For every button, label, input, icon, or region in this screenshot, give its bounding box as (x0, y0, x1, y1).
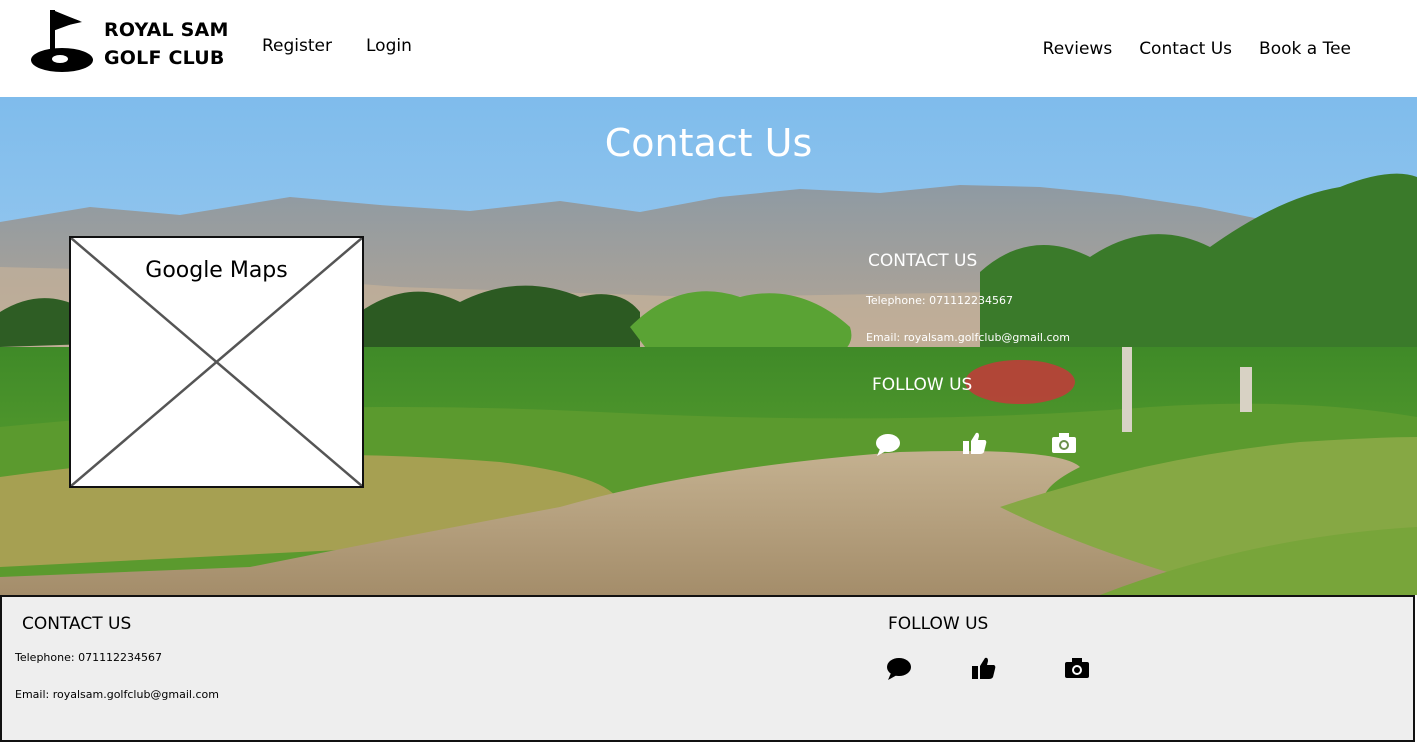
footer-contact-heading: CONTACT US (22, 614, 132, 634)
thumbs-up-icon[interactable] (962, 431, 988, 455)
footer-email[interactable]: Email: royalsam.golfclub@gmail.com (15, 688, 219, 701)
google-maps-placeholder[interactable]: Google Maps (69, 236, 364, 488)
map-label: Google Maps (145, 258, 288, 283)
chat-icon[interactable] (886, 657, 912, 681)
hero-email[interactable]: Email: royalsam.golfclub@gmail.com (866, 331, 1070, 344)
reviews-link[interactable]: Reviews (1043, 39, 1113, 59)
site-footer: CONTACT US Telephone: 071112234567 Email… (0, 595, 1415, 742)
hero-telephone: Telephone: 071112234567 (866, 294, 1014, 307)
hero-section: Contact Us Google Maps CONTACT US Teleph… (0, 97, 1417, 595)
footer-telephone: Telephone: 071112234567 (15, 651, 163, 664)
brand-line-2: GOLF CLUB (104, 47, 225, 69)
site-header: ROYAL SAM GOLF CLUB Register Login Revie… (0, 0, 1417, 97)
hero-follow-heading: FOLLOW US (872, 375, 973, 395)
brand-name: ROYAL SAM GOLF CLUB (104, 16, 229, 72)
contact-us-link[interactable]: Contact Us (1139, 39, 1232, 59)
book-a-tee-link[interactable]: Book a Tee (1259, 39, 1351, 59)
register-link[interactable]: Register (262, 36, 332, 56)
page-title: Contact Us (604, 121, 813, 165)
golf-flag-icon (31, 10, 93, 72)
chat-icon[interactable] (875, 433, 901, 457)
camera-icon[interactable] (1051, 431, 1077, 455)
thumbs-up-icon[interactable] (971, 656, 997, 680)
brand-line-1: ROYAL SAM (104, 19, 229, 41)
camera-icon[interactable] (1064, 656, 1090, 680)
footer-follow-heading: FOLLOW US (888, 614, 989, 634)
hero-contact-heading: CONTACT US (868, 251, 978, 271)
account-nav: Register Login (262, 36, 412, 56)
main-nav: Reviews Contact Us Book a Tee (1043, 39, 1351, 59)
login-link[interactable]: Login (366, 36, 412, 56)
brand-logo[interactable]: ROYAL SAM GOLF CLUB (30, 6, 228, 76)
